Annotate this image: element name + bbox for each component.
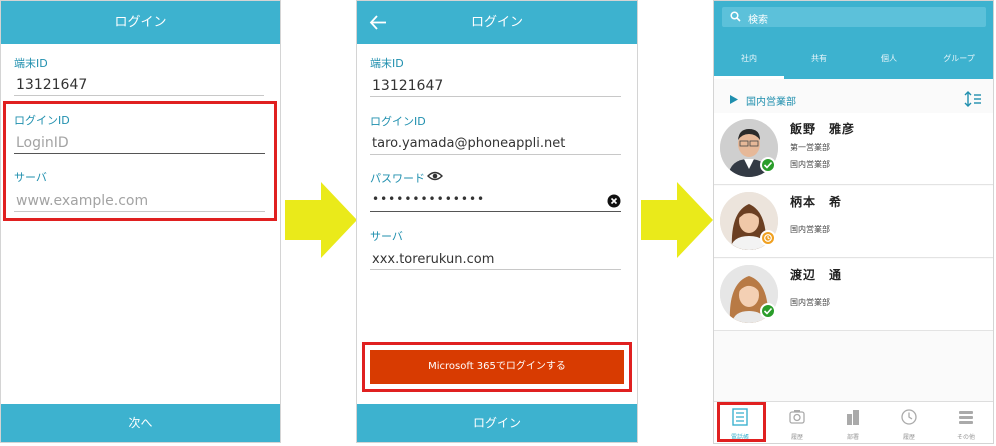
tab-group[interactable]: グループ — [924, 53, 993, 64]
nav-label: 履歴 — [790, 434, 803, 441]
terminal-id-field[interactable]: 13121647 — [16, 77, 87, 93]
nav-department[interactable]: 部署 — [833, 408, 873, 441]
server-field[interactable]: xxx.torerukun.com — [372, 252, 494, 267]
tab-shared[interactable]: 共有 — [784, 53, 854, 64]
nav-recent[interactable]: 履歴 — [889, 408, 929, 441]
nav-label: その他 — [956, 434, 975, 441]
contact-department: 国内営業部 — [790, 160, 830, 169]
terminal-id-label: 端末ID — [370, 57, 404, 70]
menu-icon — [959, 411, 973, 424]
nav-other[interactable]: その他 — [946, 408, 986, 441]
search-input[interactable]: 検索 — [722, 7, 986, 27]
next-button[interactable]: 次へ — [1, 404, 280, 442]
page-title: ログイン — [114, 15, 167, 30]
building-icon — [847, 410, 859, 425]
contact-department: 第一営業部 — [790, 143, 830, 152]
back-arrow-icon[interactable] — [367, 1, 391, 44]
login-id-field[interactable]: taro.yamada@phoneappli.net — [372, 136, 565, 151]
contact-name: 渡辺 通 — [790, 268, 843, 282]
contact-name: 柄本 希 — [790, 195, 843, 209]
sort-icon[interactable] — [964, 91, 982, 107]
search-icon — [730, 11, 741, 22]
login-id-label: ログインID — [370, 115, 426, 128]
divider — [370, 96, 621, 97]
contacts-screen: 検索 社内 共有 個人 グループ 国内営業部 飯野 雅彦 第一営業部 国内営業部… — [713, 0, 994, 444]
highlight-box — [3, 101, 277, 221]
search-placeholder: 検索 — [748, 15, 768, 26]
terminal-id-label: 端末ID — [14, 57, 48, 70]
divider — [370, 269, 621, 270]
clear-icon[interactable] — [607, 194, 621, 208]
password-label: パスワード — [370, 172, 425, 185]
available-status-icon — [760, 303, 776, 319]
available-status-icon — [760, 157, 776, 173]
highlight-box — [717, 402, 766, 442]
divider — [14, 95, 264, 96]
page-title: ログイン — [470, 15, 523, 30]
server-label: サーバ — [370, 230, 403, 243]
login-screen-step1: ログイン 端末ID 13121647 ログインID LoginID サーバ ww… — [0, 0, 281, 443]
password-field[interactable]: •••••••••••••• — [372, 192, 485, 206]
contact-name: 飯野 雅彦 — [790, 122, 856, 136]
login-button[interactable]: ログイン — [357, 404, 637, 442]
eye-icon[interactable] — [427, 170, 443, 182]
active-tab-indicator — [714, 76, 784, 79]
contact-department: 国内営業部 — [790, 298, 830, 307]
camera-icon — [789, 410, 805, 424]
nav-label: 部署 — [846, 434, 859, 441]
arrow-right-icon — [285, 182, 357, 258]
terminal-id-field[interactable]: 13121647 — [372, 78, 443, 94]
app-bar: ログイン — [1, 1, 280, 44]
app-bar: ログイン — [357, 1, 637, 44]
contact-department: 国内営業部 — [790, 225, 830, 234]
nav-label: 履歴 — [902, 434, 915, 441]
tab-internal[interactable]: 社内 — [714, 53, 784, 64]
expand-triangle-icon — [730, 95, 738, 104]
contacts-header: 検索 社内 共有 個人 グループ — [714, 1, 993, 79]
department-label: 国内営業部 — [746, 97, 796, 108]
contact-row[interactable]: 渡辺 通 国内営業部 — [714, 259, 993, 331]
divider — [370, 154, 621, 155]
contact-row[interactable]: 柄本 希 国内営業部 — [714, 186, 993, 258]
away-status-icon — [760, 230, 776, 246]
divider — [370, 211, 621, 212]
tab-personal[interactable]: 個人 — [854, 53, 924, 64]
department-row[interactable]: 国内営業部 — [714, 85, 993, 113]
contact-row[interactable]: 飯野 雅彦 第一営業部 国内営業部 — [714, 113, 993, 185]
highlight-box — [362, 342, 632, 392]
clock-icon — [901, 409, 917, 425]
nav-history[interactable]: 履歴 — [777, 408, 817, 441]
login-screen-step2: ログイン 端末ID 13121647 ログインID taro.yamada@ph… — [356, 0, 638, 443]
arrow-right-icon — [641, 182, 713, 258]
